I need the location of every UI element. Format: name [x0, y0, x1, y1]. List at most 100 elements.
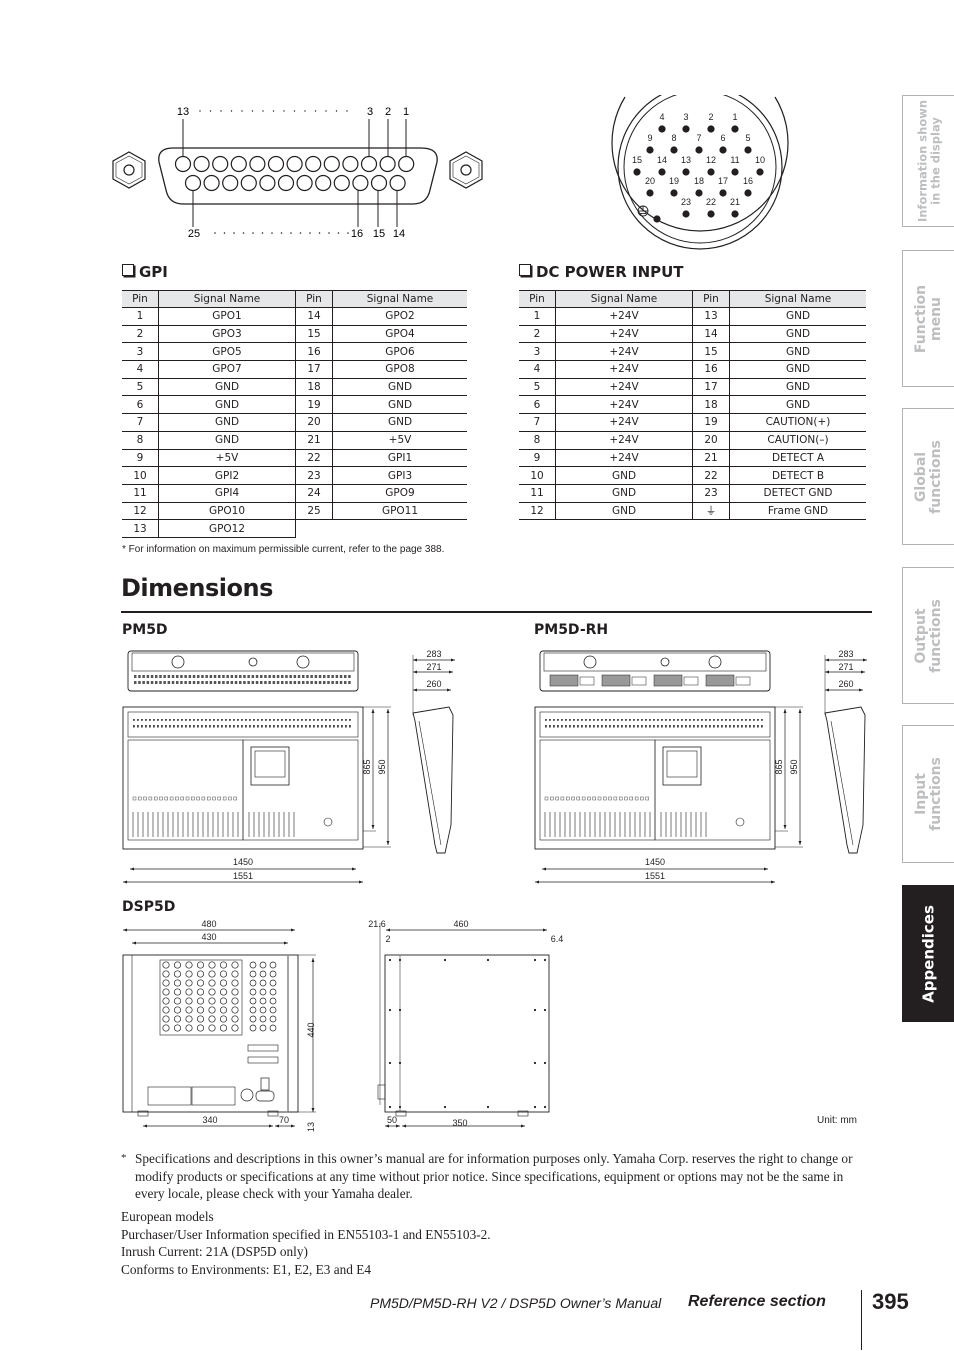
- led-icon: [569, 719, 571, 721]
- connector-pin: [731, 210, 739, 218]
- signal-name: GND: [332, 395, 467, 415]
- side-tab-output-functions[interactable]: Output functions: [902, 567, 954, 704]
- signal-name: GND: [729, 378, 866, 397]
- dc-power-connector-diagram: 4 3 2 1 9 8 7 6 5 15 14 13 12 11 10 20 19 18 17 16 23 22 21: [605, 84, 795, 265]
- led-icon: [261, 725, 263, 728]
- table-row: 12 GPO10 25 GPO11: [122, 502, 467, 521]
- dsub-pin: [203, 174, 220, 192]
- jack-icon: [285, 681, 288, 684]
- pin-number: 21: [295, 431, 333, 450]
- side-tab-appendices[interactable]: Appendices: [902, 885, 954, 1022]
- side-tab-global-functions[interactable]: Global functions: [902, 408, 954, 545]
- led-icon: [553, 719, 555, 721]
- ellipsis-dot: [223, 232, 226, 234]
- led-icon: [169, 725, 171, 728]
- led-icon: [757, 719, 759, 721]
- led-icon: [297, 719, 299, 721]
- side-tab-label: Global functions: [912, 439, 944, 514]
- button-icon: [645, 796, 649, 801]
- side-tab-label: Appendices: [919, 904, 937, 1003]
- slot-cover: [191, 1086, 236, 1106]
- signal-name: GND: [158, 395, 296, 415]
- led-icon: [217, 719, 219, 721]
- pin-number: 14: [295, 307, 333, 326]
- console-side-view: [412, 706, 454, 854]
- jack-icon: [302, 681, 305, 684]
- dsub-pin: [323, 155, 340, 173]
- button-icon: [555, 796, 559, 801]
- led-icon: [217, 725, 219, 728]
- xlr-connector-icon: [219, 997, 228, 1005]
- dsub-pin: [389, 174, 406, 192]
- column-header: Signal Name: [729, 290, 866, 308]
- jack-icon: [339, 675, 343, 678]
- signal-name: GND: [729, 395, 866, 415]
- screw-icon: [486, 1105, 490, 1109]
- led-icon: [725, 725, 727, 728]
- xlr-connector-icon: [208, 979, 216, 987]
- led-icon: [241, 725, 243, 728]
- led-icon: [633, 719, 635, 721]
- led-icon: [333, 725, 335, 728]
- dimension-label: 13: [306, 1122, 316, 1132]
- dsub-pin: [267, 155, 285, 173]
- pin-number: 16: [295, 342, 333, 362]
- xlr-connector-icon: [249, 997, 257, 1005]
- column-header: Signal Name: [332, 290, 467, 308]
- jack-icon: [251, 675, 255, 678]
- button-icon: [233, 796, 237, 801]
- side-tab-function-menu[interactable]: Function menu: [902, 250, 954, 387]
- side-tab-information-display[interactable]: Information shown in the display: [902, 95, 954, 227]
- xlr-connector-icon: [196, 1024, 205, 1032]
- led-icon: [309, 725, 311, 728]
- dimension-label: 70: [279, 1115, 289, 1125]
- jack-icon: [134, 681, 137, 684]
- dsub-port: [247, 1044, 279, 1052]
- led-icon: [277, 719, 279, 721]
- jack-icon: [297, 675, 301, 678]
- xlr-connector-icon: [249, 1006, 257, 1014]
- dimension-label: 2: [385, 934, 390, 944]
- console-side-view: [824, 706, 866, 854]
- led-icon: [237, 725, 239, 728]
- xlr-connector-icon: [185, 997, 193, 1005]
- led-icon: [345, 719, 347, 721]
- dimension-label: 950: [789, 759, 799, 774]
- xlr-connector-icon: [219, 1006, 228, 1014]
- xlr-connector-icon: [185, 979, 193, 987]
- ellipsis-dot: [230, 110, 233, 112]
- led-icon: [205, 719, 207, 721]
- signal-name: GND: [555, 466, 693, 485]
- xlr-connector-icon: [231, 988, 239, 996]
- jack-icon: [323, 675, 326, 678]
- connector-pin: [646, 146, 654, 154]
- led-icon: [245, 725, 247, 728]
- signal-name: CAUTION(–): [729, 431, 866, 450]
- dsub-pin: [315, 174, 332, 192]
- connector-pin: [707, 168, 715, 176]
- connector-icon: [660, 657, 670, 667]
- jack-icon: [314, 681, 318, 684]
- pin-number: 2: [519, 325, 556, 344]
- signal-name: GPO12: [158, 519, 296, 538]
- dsub-pin: [184, 174, 202, 192]
- jack-icon: [339, 681, 343, 684]
- led-icon: [253, 719, 255, 721]
- left-panel-section: [539, 739, 656, 841]
- signal-name: GND: [729, 360, 866, 379]
- xlr-connector-icon: [196, 979, 205, 987]
- fan-icon: [708, 655, 722, 669]
- led-icon: [613, 719, 615, 721]
- dsub-pin: [193, 155, 210, 173]
- xlr-connector-icon: [185, 988, 193, 996]
- ellipsis-dot: [233, 232, 235, 234]
- connector-pin: [707, 210, 715, 218]
- led-icon: [753, 725, 755, 728]
- xlr-connector-icon: [249, 1024, 257, 1032]
- pin-number: 11: [519, 484, 556, 503]
- side-tab-input-functions[interactable]: Input functions: [902, 725, 954, 863]
- xlr-connector-icon: [173, 970, 182, 978]
- led-icon: [633, 725, 635, 728]
- led-icon: [305, 725, 307, 728]
- drawing-line: [830, 720, 854, 846]
